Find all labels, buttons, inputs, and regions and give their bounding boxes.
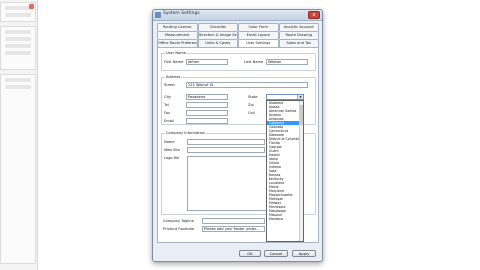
street-label: Street xyxy=(164,83,175,87)
background-row xyxy=(5,85,31,89)
background-panel-middle xyxy=(0,26,36,70)
first-name-field[interactable]: James xyxy=(186,59,228,65)
tab-user-settings[interactable]: User Settings xyxy=(238,39,279,47)
company-info-group-title: Company Information xyxy=(165,131,207,135)
tab-routing-license[interactable]: Routing License xyxy=(157,23,198,31)
company-tagline-field[interactable] xyxy=(202,218,265,224)
app-icon xyxy=(155,12,161,18)
tab-row-3: Office Route Preferences Units & Cases U… xyxy=(157,39,319,47)
address-group-title: Address xyxy=(165,75,182,79)
company-name-label: Name xyxy=(164,140,175,144)
user-settings-panel: User Name First Name James Last Name Wes… xyxy=(157,47,319,243)
dropdown-scrollbar-thumb[interactable] xyxy=(300,105,303,125)
tab-strip: Routing License Checklist Color Form Ana… xyxy=(157,23,319,47)
tab-row-1: Routing License Checklist Color Form Ana… xyxy=(157,23,319,31)
last-name-field[interactable]: Weston xyxy=(266,59,308,65)
first-name-label: First Name xyxy=(164,60,184,64)
printout-footnote-field[interactable]: Please add your footer under... xyxy=(202,226,265,232)
city-label: City xyxy=(164,95,172,99)
cancel-button[interactable]: Cancel xyxy=(264,250,288,257)
background-row xyxy=(5,51,31,55)
apply-button[interactable]: Apply xyxy=(292,250,316,257)
email-field[interactable] xyxy=(186,118,228,124)
ok-button[interactable]: OK xyxy=(239,250,261,257)
tab-email-layout[interactable]: Email Layout xyxy=(238,31,279,39)
background-row xyxy=(5,78,31,82)
last-name-label: Last Name xyxy=(244,60,264,64)
tab-route-drawing[interactable]: Route Drawing xyxy=(278,31,319,39)
printout-footnote-label: Printout Footnote xyxy=(163,227,195,231)
tab-row-2: Measurement Direction & Image Setting Em… xyxy=(157,31,319,39)
tel-label: Tel xyxy=(164,103,169,107)
system-settings-dialog: System Settings x Routing License Checkl… xyxy=(152,9,323,262)
street-field[interactable]: 221 Walnut St xyxy=(186,82,308,88)
fax-field[interactable] xyxy=(186,110,228,116)
tab-office-route-preferences[interactable]: Office Route Preferences xyxy=(157,39,198,47)
dialog-title: System Settings xyxy=(163,11,200,16)
close-button[interactable]: x xyxy=(308,11,320,19)
tab-direction-image[interactable]: Direction & Image Setting xyxy=(197,31,238,39)
background-app-panel xyxy=(0,0,38,270)
state-dropdown-list[interactable]: Alabama Alaska American Samoa Arizona Arkans… xyxy=(266,100,304,242)
tab-measurement[interactable]: Measurement xyxy=(157,31,198,39)
background-row xyxy=(5,6,31,10)
tab-analytic-account[interactable]: Analytic Account xyxy=(278,23,319,31)
background-row xyxy=(5,30,31,34)
dialog-titlebar[interactable]: System Settings x xyxy=(153,10,322,21)
user-name-group-title: User Name xyxy=(165,51,187,55)
company-tagline-label: Company Tagline xyxy=(163,219,194,223)
fax-label: Fax xyxy=(164,111,171,115)
logo-file-label: Logo file xyxy=(164,156,180,160)
dropdown-scrollbar[interactable] xyxy=(299,101,303,241)
tab-sales-and-tax[interactable]: Sales and Tax xyxy=(278,39,319,47)
tab-color-form[interactable]: Color Form xyxy=(238,23,279,31)
web-site-field[interactable] xyxy=(187,147,265,153)
web-site-label: Web Site xyxy=(164,148,180,152)
background-row xyxy=(5,44,31,48)
close-icon: x xyxy=(312,12,316,18)
city-field[interactable]: Pasadena xyxy=(186,94,228,100)
zip-label: Zip xyxy=(248,103,254,107)
tab-checklist[interactable]: Checklist xyxy=(197,23,238,31)
email-label: Email xyxy=(164,119,174,123)
background-panel-bottom xyxy=(0,74,36,264)
cell-label: Cell xyxy=(248,111,255,115)
tab-units-cases[interactable]: Units & Cases xyxy=(197,39,238,47)
company-name-field[interactable] xyxy=(187,139,265,145)
tel-field[interactable] xyxy=(186,102,228,108)
state-option[interactable]: Montana xyxy=(267,217,303,221)
chevron-down-icon[interactable]: ▼ xyxy=(297,95,303,99)
background-close-icon xyxy=(29,4,34,9)
background-row xyxy=(5,37,31,41)
background-row xyxy=(5,13,31,17)
state-label: State xyxy=(248,95,258,99)
screen: System Settings x Routing License Checkl… xyxy=(0,0,480,270)
state-dropdown-items: Alabama Alaska American Samoa Arizona Arkans… xyxy=(267,101,303,221)
